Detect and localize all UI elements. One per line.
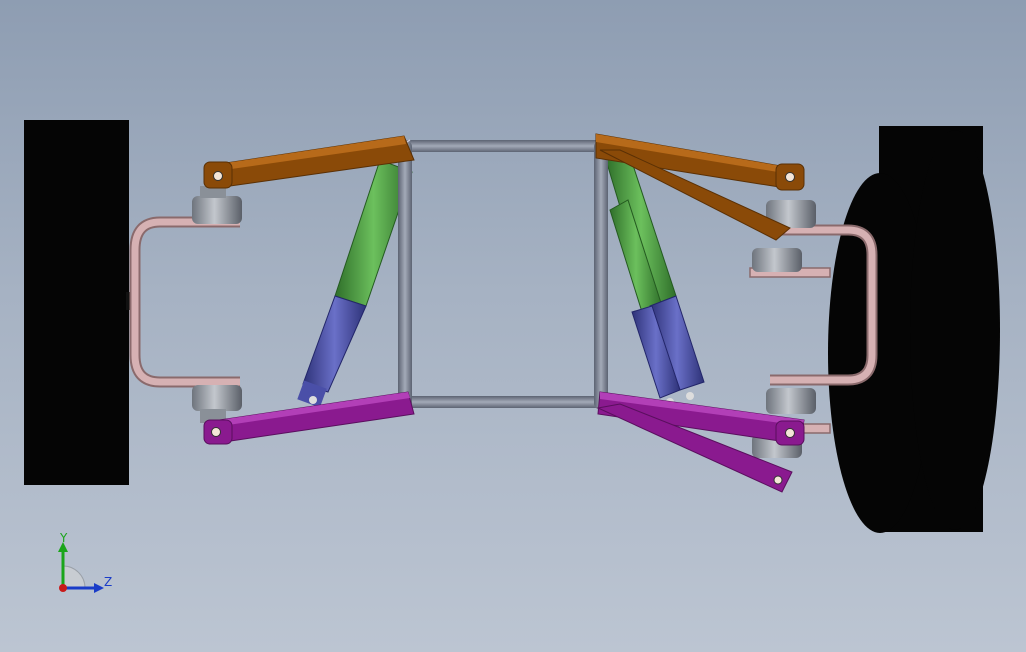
right-upper-ball-joint[interactable] — [752, 200, 816, 272]
y-axis-label: Y — [59, 531, 68, 545]
graphics-viewport[interactable]: Y Z — [0, 0, 1026, 652]
chassis-frame[interactable] — [398, 139, 609, 410]
left-wheel[interactable] — [24, 120, 134, 485]
suspension-model[interactable] — [0, 0, 1026, 652]
left-upright[interactable] — [129, 216, 240, 388]
orientation-triad: Y Z — [58, 531, 112, 593]
left-shock-absorber[interactable] — [297, 159, 413, 408]
right-wheel[interactable] — [828, 126, 1000, 533]
z-axis-label: Z — [104, 575, 112, 589]
left-upper-ball-joint[interactable] — [192, 186, 242, 224]
